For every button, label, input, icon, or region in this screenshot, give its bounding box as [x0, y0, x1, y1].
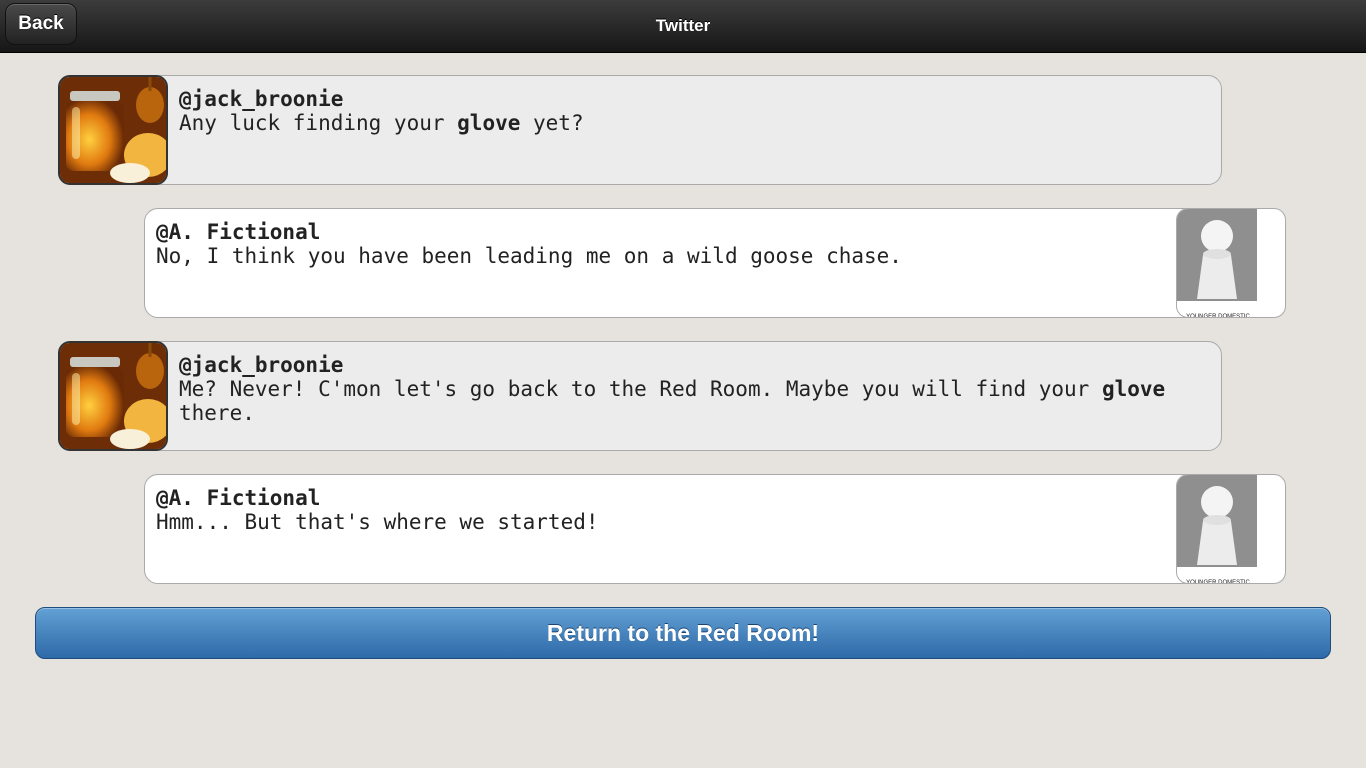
tweet-text: @jack_broonie Me? Never! C'mon let's go … [179, 353, 1199, 425]
tweet-bubble: YOUNGER DOMESTIC EXPLORER @A. Fictional … [144, 208, 1286, 318]
tweet-author: @jack_broonie [179, 87, 344, 111]
tweet-author: @A. Fictional [156, 220, 321, 244]
tweet-bubble: @jack_broonie Me? Never! C'mon let's go … [58, 341, 1222, 451]
avatar-caption: YOUNGER DOMESTIC EXPLORER [1186, 314, 1250, 318]
tweet-body: Me? Never! C'mon let's go back to the Re… [179, 377, 1166, 425]
honey-jar-avatar [58, 341, 168, 451]
tweet-body: Hmm... But that's where we started! [156, 510, 599, 534]
tweet-author: @jack_broonie [179, 353, 344, 377]
tweet-body: Any luck finding your glove yet? [179, 111, 584, 135]
honey-jar-icon [60, 77, 166, 183]
tweet-bubble: @jack_broonie Any luck finding your glov… [58, 75, 1222, 185]
back-button[interactable]: Back [5, 3, 77, 45]
avatar-caption: YOUNGER DOMESTIC EXPLORER [1186, 580, 1250, 584]
page-title: Twitter [655, 16, 711, 35]
tweet-bubble: YOUNGER DOMESTIC EXPLORER @A. Fictional … [144, 474, 1286, 584]
return-to-red-room-button[interactable]: Return to the Red Room! [35, 607, 1331, 659]
honey-jar-avatar [58, 75, 168, 185]
tweet-text: @A. Fictional No, I think you have been … [156, 220, 1195, 268]
top-bar: Back Twitter [0, 0, 1366, 53]
tweet-body: No, I think you have been leading me on … [156, 244, 902, 268]
tweet-text: @jack_broonie Any luck finding your glov… [179, 87, 1199, 135]
honey-jar-icon [60, 343, 166, 449]
tweet-author: @A. Fictional [156, 486, 321, 510]
tweet-text: @A. Fictional Hmm... But that's where we… [156, 486, 1195, 534]
